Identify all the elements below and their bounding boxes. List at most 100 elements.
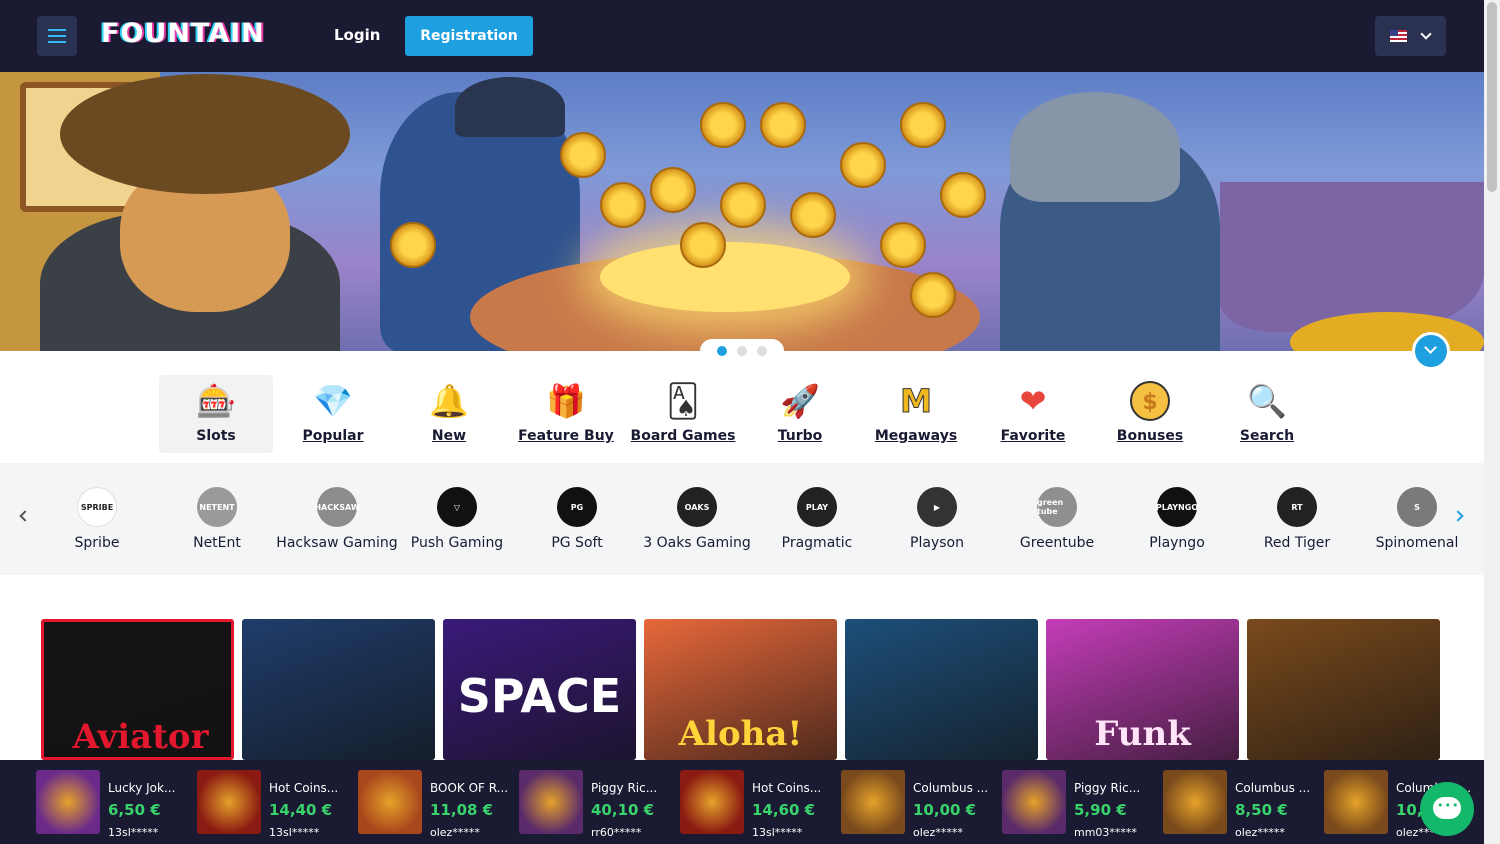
category-search[interactable]: 🔍 Search (1210, 375, 1324, 453)
win-item[interactable]: Piggy Ric... 40,10 € rr60***** (519, 770, 669, 839)
chat-button[interactable] (1420, 782, 1474, 836)
recent-wins-ticker: Lucky Jok... 6,50 € 13sl***** Hot Coins... 1… (0, 760, 1484, 844)
banner-knight-helmet (1010, 92, 1180, 202)
category-board-games[interactable]: 🂡 Board Games (626, 375, 740, 453)
category-new[interactable]: 🔔 New (392, 375, 506, 453)
provider-item[interactable]: PLAY Pragmatic (757, 487, 877, 557)
category-favorite[interactable]: ❤ Favorite (976, 375, 1090, 453)
coin-icon (910, 272, 956, 318)
provider-item[interactable]: PG PG Soft (517, 487, 637, 557)
game-tile[interactable] (242, 619, 435, 760)
game-title: SPACE (457, 669, 622, 723)
game-tile[interactable] (845, 619, 1038, 760)
win-game-name: Hot Coins... (752, 781, 822, 795)
banner-dot-1[interactable] (717, 346, 727, 356)
win-item[interactable]: Piggy Ric... 5,90 € mm03***** (1002, 770, 1152, 839)
win-username: mm03***** (1074, 826, 1137, 839)
provider-item[interactable]: ▽ Push Gaming (397, 487, 517, 557)
provider-label: NetEnt (193, 535, 241, 551)
provider-item[interactable]: HACKSAW Hacksaw Gaming (276, 487, 398, 557)
game-tile[interactable]: Aviator (41, 619, 234, 760)
game-tile[interactable] (1247, 619, 1440, 760)
game-title: Aloha! (678, 714, 803, 754)
provider-item[interactable]: green tube Greentube (997, 487, 1117, 557)
provider-logo: NETENT (197, 487, 237, 527)
category-slots[interactable]: 🎰 Slots (159, 375, 273, 453)
win-item[interactable]: BOOK OF R... 11,08 € olez***** (358, 770, 509, 839)
category-label: Favorite (1000, 428, 1066, 444)
win-amount: 40,10 € (591, 801, 655, 819)
coin-icon (560, 132, 606, 178)
provider-item[interactable]: RT Red Tiger (1237, 487, 1357, 557)
banner-dot-2[interactable] (737, 346, 747, 356)
category-bonuses[interactable]: $ Bonuses (1093, 375, 1207, 453)
provider-label: Spinomenal (1375, 535, 1459, 551)
rocket-icon: 🚀 (780, 382, 820, 420)
chevron-left-icon[interactable] (19, 510, 31, 522)
provider-item[interactable]: OAKS 3 Oaks Gaming (637, 487, 757, 557)
win-game-name: Columbus ... (1235, 781, 1311, 795)
category-turbo[interactable]: 🚀 Turbo (743, 375, 857, 453)
win-game-name: BOOK OF R... (430, 781, 509, 795)
language-selector[interactable] (1375, 16, 1446, 56)
provider-label: Spribe (74, 535, 120, 551)
game-tile[interactable]: Funk master (1046, 619, 1239, 760)
coin-icon (900, 102, 946, 148)
win-game-name: Columbus ... (913, 781, 989, 795)
gift-icon: 🎁 (546, 382, 586, 420)
win-item[interactable]: Columbus ... 10,00 € olez***** (841, 770, 991, 839)
banner-spy-hat (455, 77, 565, 137)
category-label: Turbo (777, 428, 823, 444)
coin-icon (760, 102, 806, 148)
menu-icon (48, 35, 66, 37)
category-megaways[interactable]: M Megaways (859, 375, 973, 453)
game-tile[interactable]: Aloha! (644, 619, 837, 760)
provider-label: 3 Oaks Gaming (643, 535, 751, 551)
menu-button[interactable] (37, 16, 77, 56)
provider-item[interactable]: S Spinomenal (1357, 487, 1477, 557)
win-item[interactable]: Lucky Jok... 6,50 € 13sl***** (36, 770, 186, 839)
scrollbar-thumb[interactable] (1487, 2, 1497, 192)
promo-banner[interactable] (0, 72, 1484, 351)
win-item[interactable]: Hot Coins... 14,60 € 13sl***** (680, 770, 830, 839)
win-game-thumbnail (680, 770, 744, 834)
category-label: Slots (196, 428, 236, 444)
game-tile[interactable]: SPACE (443, 619, 636, 760)
win-username: 13sl***** (269, 826, 320, 839)
slot-machine-icon: 🎰 (196, 382, 236, 420)
provider-item[interactable]: NETENT NetEnt (157, 487, 277, 557)
registration-button[interactable]: Registration (405, 16, 533, 56)
provider-item[interactable]: ▶ Playson (877, 487, 997, 557)
dollar-coin-icon: $ (1130, 381, 1170, 421)
banner-ship (1220, 182, 1484, 332)
provider-logo: ▶ (917, 487, 957, 527)
win-item[interactable]: Hot Coins... 14,40 € 13sl***** (197, 770, 347, 839)
menu-icon (48, 41, 66, 43)
banner-dot-3[interactable] (757, 346, 767, 356)
provider-logo: PLAYNGO (1156, 487, 1198, 527)
provider-item[interactable]: SPRIBE Spribe (37, 487, 157, 557)
win-item[interactable]: Columbus ... 8,50 € olez***** (1163, 770, 1313, 839)
provider-carousel: SPRIBE Spribe NETENT NetEnt HACKSAW Hacksaw G… (0, 463, 1484, 575)
win-username: 13sl***** (752, 826, 803, 839)
coin-icon (880, 222, 926, 268)
category-label: Megaways (874, 428, 958, 444)
site-logo[interactable]: FOUNTAIN (101, 18, 265, 49)
top-header: FOUNTAIN Login Registration (0, 0, 1484, 72)
win-game-thumbnail (1163, 770, 1227, 834)
menu-icon (48, 29, 66, 31)
category-feature-buy[interactable]: 🎁 Feature Buy (509, 375, 623, 453)
provider-logo: HACKSAW (314, 487, 360, 527)
provider-item[interactable]: PLAYNGO Playngo (1117, 487, 1237, 557)
category-label: New (431, 428, 467, 444)
provider-logo: OAKS (677, 487, 717, 527)
provider-label: Pragmatic (781, 535, 853, 551)
page-scrollbar[interactable] (1484, 0, 1500, 844)
category-popular[interactable]: 💎 Popular (276, 375, 390, 453)
win-username: olez***** (913, 826, 963, 839)
login-link[interactable]: Login (334, 26, 380, 44)
win-game-thumbnail (1324, 770, 1388, 834)
provider-logo: green tube (1037, 487, 1077, 527)
game-title: Aviator (72, 717, 209, 757)
category-label: Search (1239, 428, 1295, 444)
